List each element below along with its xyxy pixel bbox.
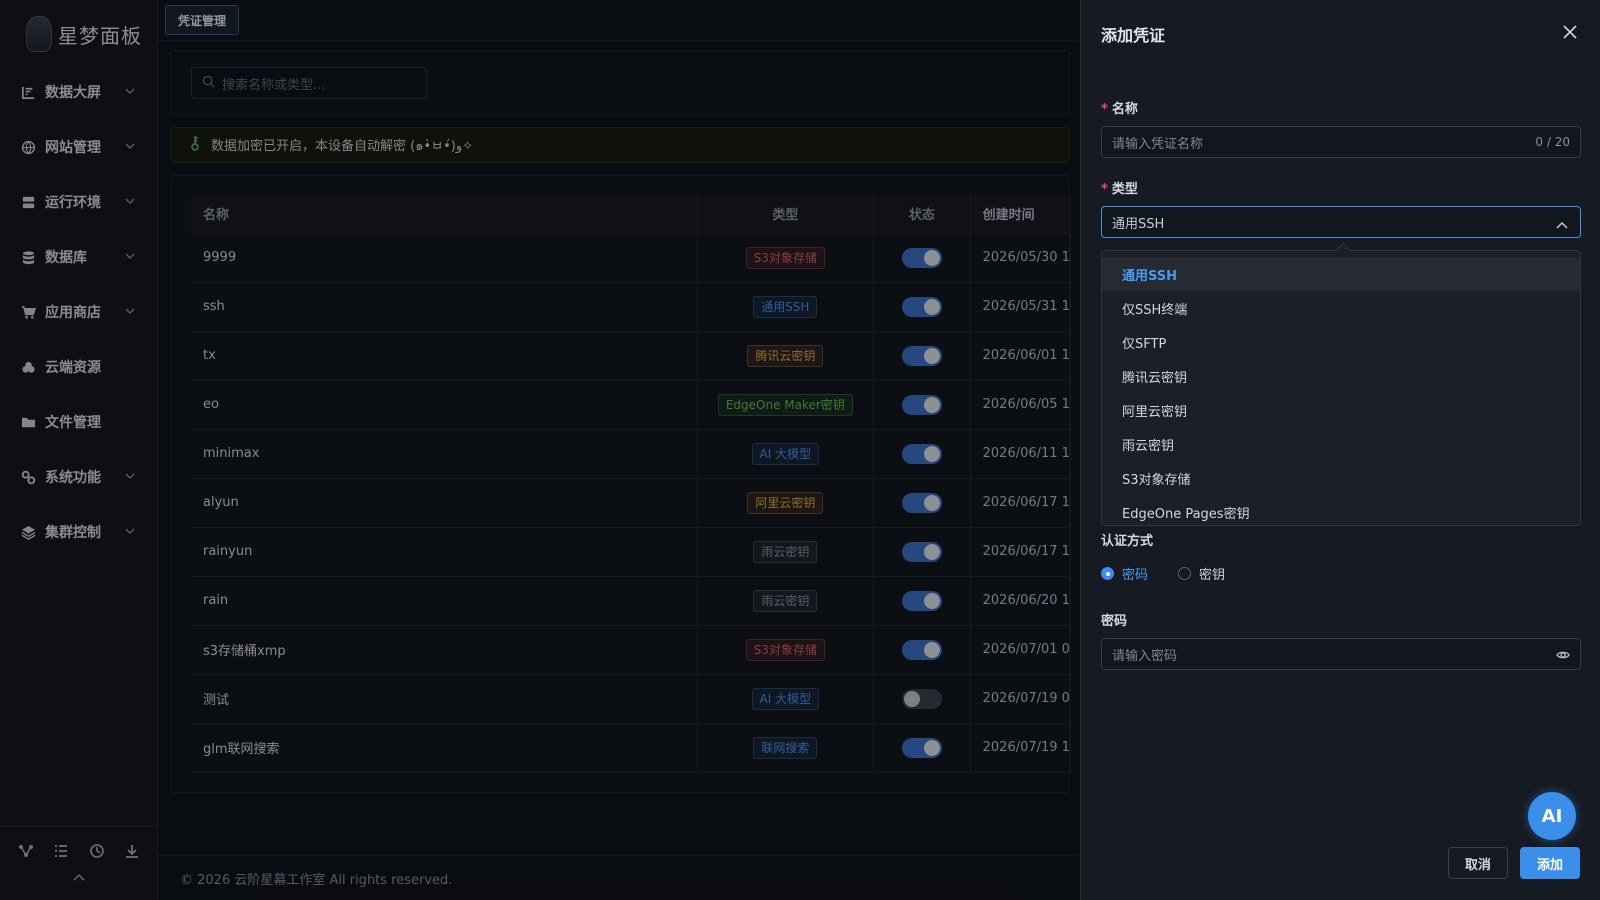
radio-key[interactable]: 密钥: [1178, 564, 1225, 583]
type-option[interactable]: 仅SFTP: [1102, 325, 1580, 359]
type-option[interactable]: 仅SSH终端: [1102, 291, 1580, 325]
type-label-text: 类型: [1111, 182, 1138, 197]
ai-assistant-button[interactable]: AI: [1528, 792, 1576, 840]
auth-method-radio-group: 密码 密钥: [1101, 564, 1225, 583]
password-placeholder: 请输入密码: [1112, 648, 1178, 664]
password-label: 密码: [1101, 614, 1128, 629]
radio-dot[interactable]: [1101, 567, 1114, 580]
type-option[interactable]: S3对象存储: [1102, 461, 1580, 495]
name-input[interactable]: 请输入凭证名称 0 / 20: [1101, 126, 1581, 158]
name-label-text: 名称: [1111, 102, 1138, 117]
radio-key-label: 密钥: [1199, 568, 1226, 583]
add-credential-drawer: 添加凭证 * 名称 请输入凭证名称 0 / 20 * 类型 通用SSH 通用SSH 仅…: [1080, 0, 1600, 900]
required-mark: *: [1101, 182, 1108, 197]
add-button[interactable]: 添加: [1520, 847, 1580, 879]
name-placeholder: 请输入凭证名称: [1112, 136, 1204, 152]
type-option[interactable]: EdgeOne Pages密钥: [1102, 495, 1580, 529]
radio-dot[interactable]: [1178, 567, 1192, 580]
type-option[interactable]: 阿里云密钥: [1102, 393, 1580, 427]
required-mark: *: [1101, 102, 1108, 117]
eye-icon[interactable]: [1556, 648, 1570, 662]
radio-password[interactable]: 密码: [1101, 564, 1148, 583]
type-dropdown: 通用SSH 仅SSH终端 仅SFTP 腾讯云密钥 阿里云密钥 雨云密钥 S3对象存储 Edge…: [1101, 242, 1581, 529]
type-selected-value: 通用SSH: [1112, 216, 1165, 232]
chevron-up-icon: [1556, 218, 1568, 233]
type-select[interactable]: 通用SSH: [1101, 206, 1581, 238]
name-label: * 名称: [1101, 98, 1138, 117]
type-option[interactable]: 通用SSH: [1102, 257, 1580, 291]
radio-password-label: 密码: [1122, 568, 1149, 583]
drawer-overlay-mask[interactable]: [0, 0, 1080, 900]
close-icon[interactable]: [1562, 24, 1578, 40]
password-input[interactable]: 请输入密码: [1101, 638, 1581, 670]
cancel-button[interactable]: 取消: [1448, 847, 1508, 879]
drawer-title: 添加凭证: [1101, 26, 1166, 45]
auth-method-label: 认证方式: [1101, 534, 1154, 549]
type-option[interactable]: 雨云密钥: [1102, 427, 1580, 461]
name-char-count: 0 / 20: [1535, 135, 1570, 149]
type-label: * 类型: [1101, 178, 1138, 197]
type-option[interactable]: 腾讯云密钥: [1102, 359, 1580, 393]
dropdown-arrow: [1335, 242, 1351, 258]
